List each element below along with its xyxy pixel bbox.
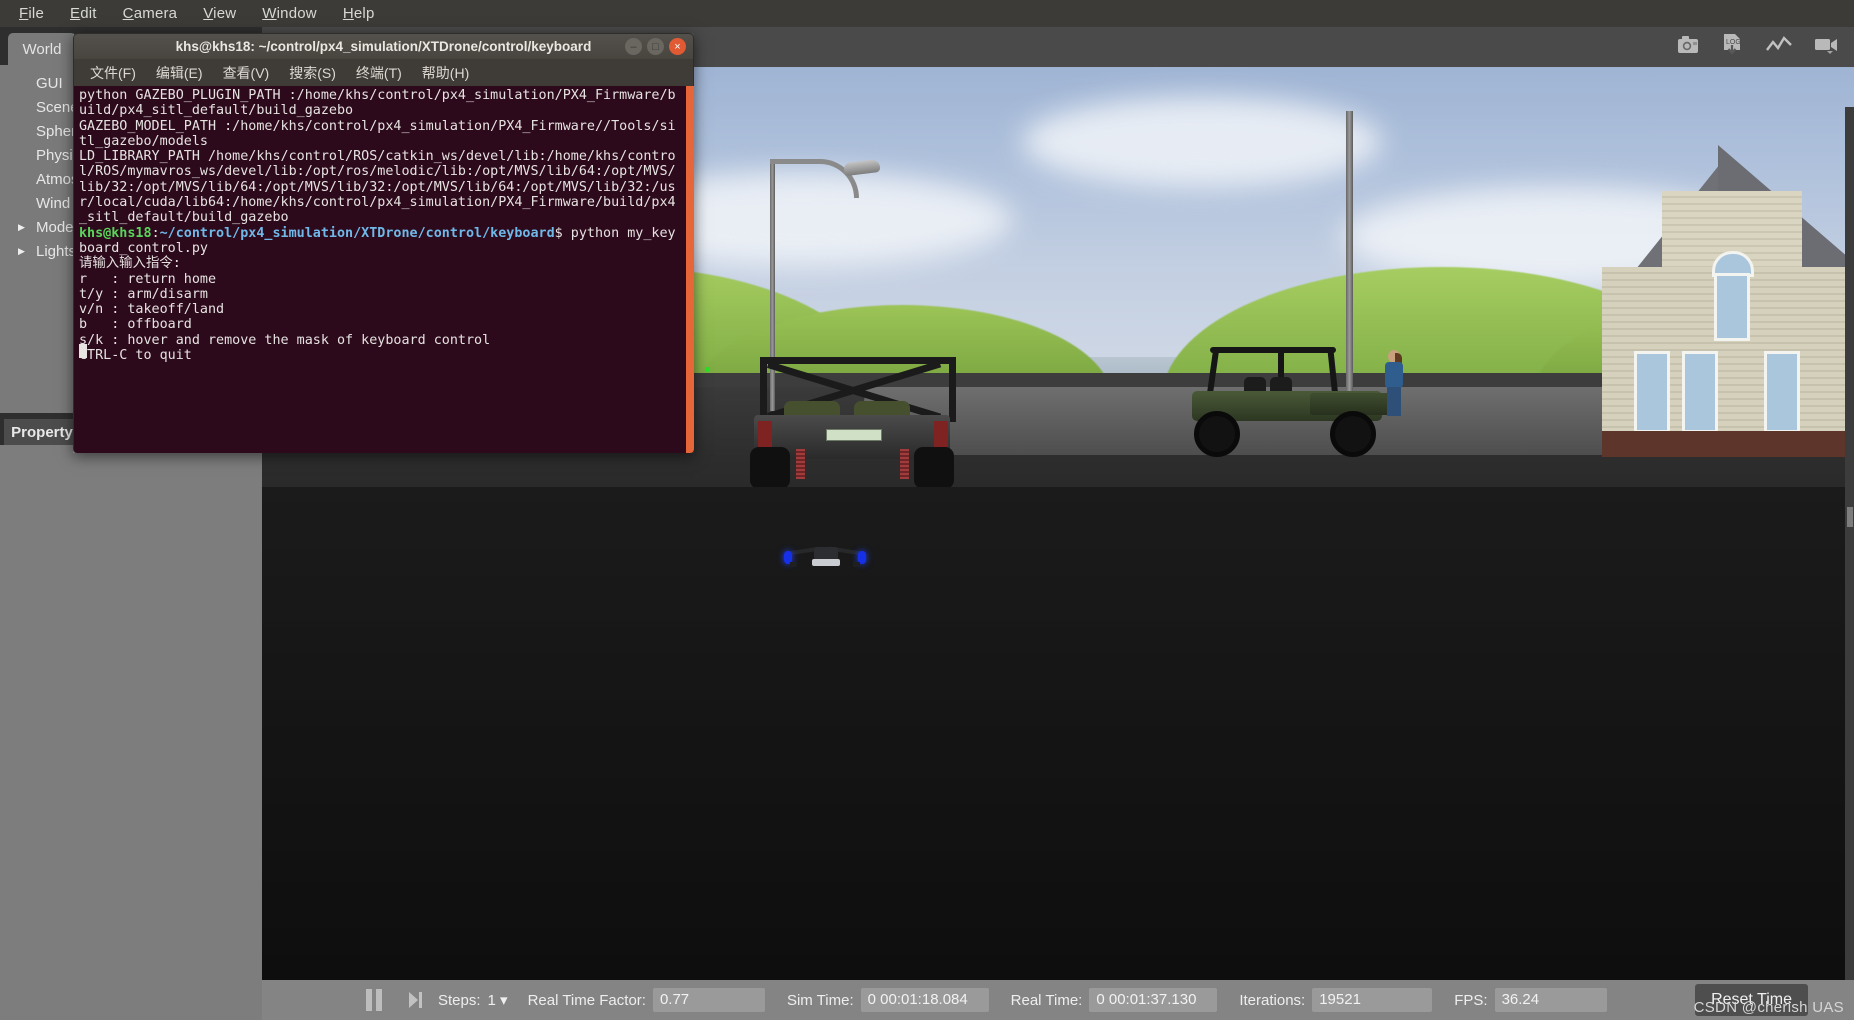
vehicle-pillar	[1206, 348, 1220, 396]
vehicle-tail-light	[934, 421, 948, 447]
time-panel: Steps: 1 ▾ Real Time Factor: 0.77 Sim Ti…	[262, 980, 1854, 1020]
terminal-output-post: 请输入输入指令: r : return home t/y : arm/disar…	[79, 256, 491, 364]
fps-label: FPS:	[1454, 991, 1488, 1009]
terminal-prompt-dollar: $	[554, 225, 571, 241]
drone-battery	[812, 559, 840, 566]
real-time-label: Real Time:	[1010, 991, 1083, 1009]
terminal-menu-help[interactable]: 帮助(H)	[422, 63, 469, 83]
menu-item-file[interactable]: File	[6, 3, 57, 24]
plot-icon[interactable]	[1766, 35, 1792, 59]
close-icon[interactable]: ×	[669, 38, 686, 55]
window-control-buttons: – □ ×	[625, 38, 686, 55]
minimize-icon[interactable]: –	[625, 38, 642, 55]
chevron-right-icon[interactable]: ▶	[18, 215, 32, 239]
foreground-shadow-zone	[262, 487, 1854, 980]
real-time-factor-label: Real Time Factor:	[527, 991, 646, 1009]
scene-toolbar-right-group: LOG	[1676, 27, 1840, 67]
video-record-icon[interactable]	[1814, 36, 1840, 59]
far-utility-vehicle	[1182, 347, 1402, 457]
green-marker-dot	[705, 367, 710, 372]
screenshot-icon[interactable]	[1676, 35, 1700, 60]
terminal-prompt-path: ~/control/px4_simulation/XTDrone/control…	[159, 225, 555, 241]
chevron-down-icon[interactable]: ▾	[500, 992, 508, 1009]
house-window	[1682, 351, 1718, 433]
terminal-menu-edit[interactable]: 编辑(E)	[156, 63, 203, 83]
terminal-title-text: khs@khs18: ~/control/px4_simulation/XTDr…	[175, 39, 592, 54]
person-torso	[1385, 362, 1403, 388]
vehicle-wheel	[750, 447, 790, 489]
terminal-menu-bar: 文件(F) 编辑(E) 查看(V) 搜索(S) 终端(T) 帮助(H)	[73, 59, 694, 86]
vehicle-roof	[1210, 347, 1336, 353]
vehicle-suspension	[900, 449, 909, 479]
watermark-text: CSDN @cherish UAS	[1693, 999, 1844, 1016]
steps-selector[interactable]: 1 ▾	[488, 991, 508, 1009]
menu-item-view[interactable]: View	[190, 3, 249, 24]
terminal-screen[interactable]: python GAZEBO_PLUGIN_PATH :/home/khs/con…	[73, 86, 694, 453]
cloud	[1022, 97, 1382, 187]
vehicle-wheel	[1194, 411, 1240, 457]
menu-item-window[interactable]: Window	[249, 3, 330, 24]
quadrotor-drone-model[interactable]	[784, 541, 866, 569]
vehicle-suspension	[796, 449, 805, 479]
terminal-menu-terminal[interactable]: 终端(T)	[356, 63, 402, 83]
terminal-prompt-sep: :	[151, 225, 160, 241]
terminal-menu-search[interactable]: 搜索(S)	[289, 63, 336, 83]
menu-item-help[interactable]: Help	[330, 3, 388, 24]
svg-text:LOG: LOG	[1726, 39, 1741, 46]
sim-time-label: Sim Time:	[786, 991, 854, 1009]
drone-leg	[790, 562, 797, 567]
iterations-value: 19521	[1312, 988, 1433, 1012]
menu-item-camera[interactable]: Camera	[110, 3, 191, 24]
chevron-right-icon[interactable]: ▶	[18, 239, 32, 263]
terminal-menu-file[interactable]: 文件(F)	[90, 63, 136, 83]
fps-value: 36.24	[1494, 988, 1607, 1012]
terminal-output: python GAZEBO_PLUGIN_PATH :/home/khs/con…	[79, 88, 680, 363]
maximize-icon[interactable]: □	[647, 38, 664, 55]
tab-world[interactable]: World	[8, 33, 76, 65]
terminal-title-bar[interactable]: khs@khs18: ~/control/px4_simulation/XTDr…	[73, 33, 694, 59]
vehicle-wheel	[914, 447, 954, 489]
drone-leg	[853, 562, 860, 567]
house-window	[1764, 351, 1800, 433]
house-window	[1714, 273, 1750, 341]
vehicle-license-plate	[826, 429, 882, 441]
log-record-icon[interactable]: LOG	[1722, 33, 1744, 62]
house-window	[1634, 351, 1670, 433]
viewport-scroll-rail[interactable]	[1845, 107, 1854, 980]
near-utility-vehicle	[742, 357, 962, 489]
vehicle-tail-light	[758, 421, 772, 447]
tab-property[interactable]: Property	[4, 419, 80, 445]
step-button[interactable]	[408, 990, 424, 1010]
real-time-value: 0 00:01:37.130	[1089, 988, 1218, 1012]
pause-button[interactable]	[366, 989, 382, 1011]
viewport-scroll-grip[interactable]	[1847, 507, 1853, 527]
vehicle-wheel	[1330, 411, 1376, 457]
menu-item-edit[interactable]: Edit	[57, 3, 110, 24]
terminal-prompt-user: khs@khs18	[79, 225, 152, 241]
house-foundation	[1602, 431, 1854, 457]
terminal-cursor	[79, 344, 87, 358]
terminal-menu-view[interactable]: 查看(V)	[223, 63, 270, 83]
real-time-factor-value: 0.77	[652, 988, 765, 1012]
terminal-scrollbar[interactable]	[686, 86, 694, 453]
main-menu-bar: File Edit Camera View Window Help	[0, 0, 1854, 27]
iterations-label: Iterations:	[1239, 991, 1306, 1009]
person-legs	[1387, 387, 1401, 416]
terminal-window[interactable]: khs@khs18: ~/control/px4_simulation/XTDr…	[73, 33, 694, 453]
terminal-output-pre: python GAZEBO_PLUGIN_PATH :/home/khs/con…	[79, 88, 676, 226]
steps-label: Steps:	[438, 991, 481, 1009]
property-panel-body	[0, 445, 262, 1020]
house-model	[1542, 139, 1854, 457]
sim-time-value: 0 00:01:18.084	[860, 988, 989, 1012]
pedestrian-actor	[1384, 350, 1406, 416]
